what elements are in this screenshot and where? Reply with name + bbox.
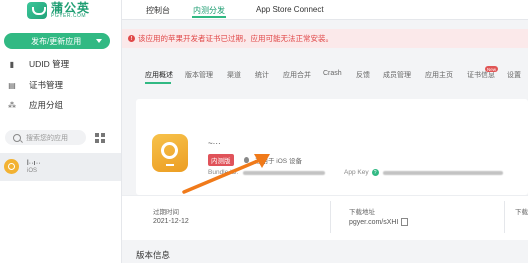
certificate-expired-alert: ! 该应用的苹果开发者证书已过期，应用可能无法正常安装。 — [122, 29, 528, 48]
app-sub-tabs: 应用概述 版本管理 渠道 统计 应用合并 Crash 反馈 成员管理 应用主页 … — [145, 66, 528, 84]
copy-icon[interactable] — [401, 218, 409, 226]
app-info-strip: 过期时间 2021-12-12 下载地址 pgyer.com/sXHI 下载 — [122, 195, 528, 240]
version-info-title: 版本信息 — [136, 250, 171, 260]
tab-feedback[interactable]: 反馈 — [356, 70, 370, 80]
app-overview-card: ~··· 内测版 适用于 iOS 设备 Bundle ID: App Key ? — [136, 99, 528, 195]
search-icon — [13, 133, 21, 142]
beta-version-tag: 内测版 — [208, 154, 234, 166]
download-url-value[interactable]: pgyer.com/sXHI — [349, 218, 409, 226]
search-input[interactable]: 搜索您的应用 — [5, 130, 86, 145]
group-icon: ⁂ — [8, 100, 16, 110]
top-nav: 控制台 内测分发 App Store Connect — [122, 0, 528, 20]
platform-info: 适用于 iOS 设备 — [244, 155, 302, 165]
sidebar-item-app-groups[interactable]: ⁂ 应用分组 — [7, 98, 63, 112]
alert-text: 该应用的苹果开发者证书已过期，应用可能无法正常安装。 — [138, 34, 333, 43]
app-avatar — [4, 159, 19, 174]
active-subtab-indicator — [145, 82, 171, 84]
bundle-id-value-redacted — [243, 170, 326, 175]
app-key-label: App Key — [344, 169, 369, 176]
publish-update-app-button[interactable]: 发布/更新应用 — [4, 33, 110, 49]
apple-icon — [244, 157, 249, 163]
divider — [504, 201, 505, 233]
sidebar: 蒲公英 PGYER.COM 发布/更新应用 ▮ UDID 管理 ▤ 证书管理 ⁂… — [0, 0, 122, 263]
divider — [330, 201, 331, 233]
bundle-id-label: Bundle ID: — [208, 169, 239, 176]
tab-statistics[interactable]: 统计 — [255, 70, 269, 80]
logo[interactable]: 蒲公英 PGYER.COM — [27, 2, 90, 19]
chevron-down-icon[interactable] — [96, 39, 102, 43]
grid-view-icon[interactable] — [93, 131, 107, 145]
app-icon — [152, 134, 188, 172]
tab-app-homepage[interactable]: 应用主页 — [425, 70, 453, 80]
app-name: l··ı·· — [27, 158, 41, 167]
brand-domain: PGYER.COM — [51, 13, 87, 19]
bundle-id: Bundle ID: — [208, 169, 326, 176]
help-icon[interactable]: ? — [371, 169, 379, 176]
expire-time-value: 2021-12-12 — [153, 218, 189, 225]
tab-beta-distribution[interactable]: 内测分发 — [193, 5, 225, 16]
download-url-label: 下载地址 — [349, 209, 375, 216]
sidebar-item-label: 应用分组 — [29, 100, 64, 110]
publish-button-label: 发布/更新应用 — [31, 36, 82, 46]
platform-label: 适用于 iOS 设备 — [255, 158, 302, 165]
app-list-item[interactable]: l··ı·· iOS — [0, 153, 121, 181]
phone-icon: ▮ — [9, 59, 15, 69]
certificate-icon: ▤ — [8, 80, 16, 90]
sidebar-item-udid[interactable]: ▮ UDID 管理 — [7, 57, 69, 71]
app-platform: iOS — [27, 168, 38, 174]
tab-settings[interactable]: 设置 — [507, 70, 521, 80]
tab-console[interactable]: 控制台 — [146, 5, 170, 16]
tab-app-overview[interactable]: 应用概述 — [145, 70, 173, 80]
search-placeholder: 搜索您的应用 — [26, 134, 68, 142]
new-badge: New — [485, 66, 498, 72]
tab-app-merge[interactable]: 应用合并 — [283, 70, 311, 80]
tab-member-management[interactable]: 成员管理 — [383, 70, 411, 80]
active-tab-indicator — [192, 16, 226, 18]
expire-time-label: 过期时间 — [153, 209, 179, 216]
warning-icon: ! — [128, 35, 135, 42]
extra-label: 下载 — [515, 209, 528, 216]
app-key-value-redacted — [382, 170, 503, 175]
tab-crash[interactable]: Crash — [323, 70, 342, 77]
app-title: ~··· — [208, 139, 221, 148]
app-key: App Key ? — [344, 169, 503, 176]
sidebar-item-certificates[interactable]: ▤ 证书管理 — [7, 78, 63, 92]
pgyer-logo-icon — [27, 2, 47, 19]
sidebar-item-label: UDID 管理 — [29, 59, 70, 69]
sidebar-item-label: 证书管理 — [29, 80, 64, 90]
tab-app-store-connect[interactable]: App Store Connect — [256, 5, 324, 14]
tab-channels[interactable]: 渠道 — [227, 70, 241, 80]
tab-version-management[interactable]: 版本管理 — [185, 70, 213, 80]
